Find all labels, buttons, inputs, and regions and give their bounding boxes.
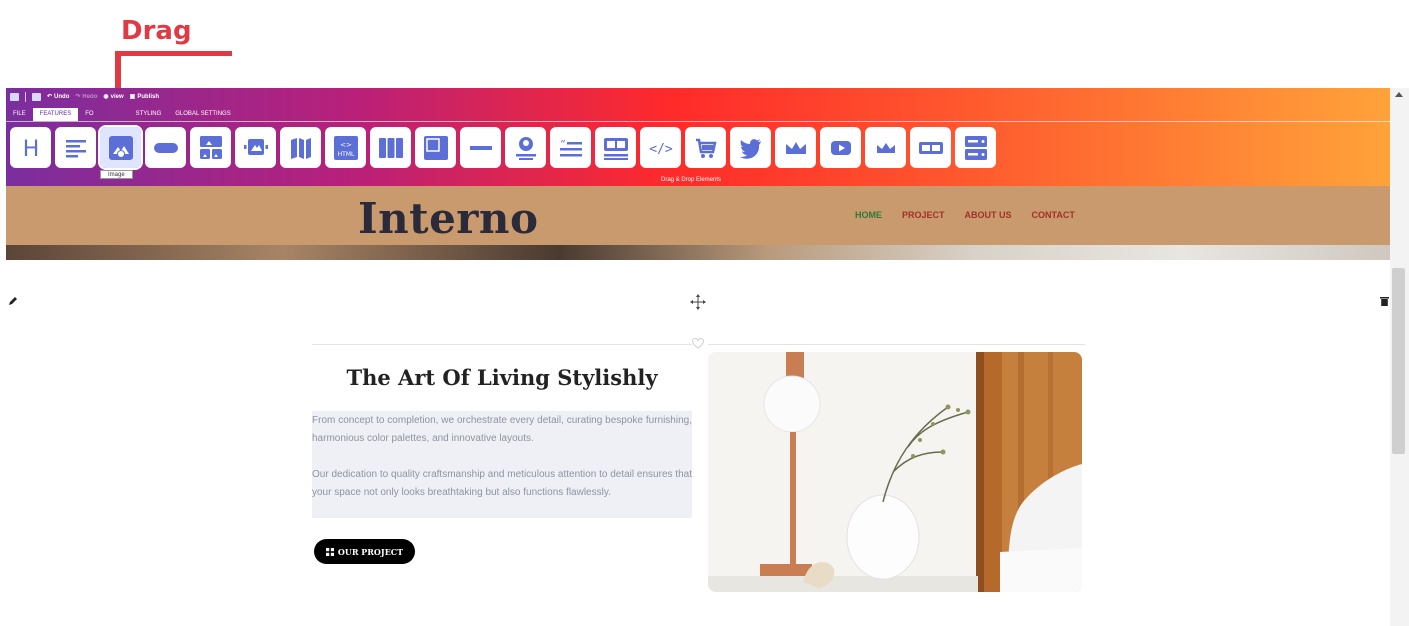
- editor-toolbar: ↶ Undo ↷ Redo ◉ view ▣ Publish FILE FEATURES…: [6, 88, 1390, 186]
- button-icon: [153, 142, 178, 153]
- drag-drop-caption: Drag & Drop Elements: [661, 177, 722, 183]
- redo-icon: ↷: [75, 94, 81, 100]
- quote-tool[interactable]: “: [550, 127, 591, 168]
- section-divider-left: [312, 344, 692, 345]
- our-project-button[interactable]: OUR PROJECT: [314, 539, 415, 564]
- columns-icon: [378, 137, 403, 158]
- image-tool[interactable]: [98, 125, 143, 170]
- twitter-tool[interactable]: [730, 127, 771, 168]
- box-icon: [423, 135, 448, 160]
- code-tool[interactable]: </>: [640, 127, 681, 168]
- testimonial-tool[interactable]: [505, 127, 546, 168]
- nav-project[interactable]: PROJECT: [902, 210, 945, 220]
- cart-icon: [695, 138, 717, 158]
- cart-tool[interactable]: [685, 127, 726, 168]
- element-palette: H <> HTML “ </>: [10, 125, 996, 170]
- crown-tool-2[interactable]: [865, 127, 906, 168]
- tab-features[interactable]: FEATURES: [32, 108, 79, 121]
- redo-button[interactable]: ↷ Redo: [75, 93, 97, 101]
- html-tool[interactable]: <> HTML: [325, 127, 366, 168]
- undo-button[interactable]: ↶ Undo: [47, 93, 69, 101]
- columns-tool[interactable]: [370, 127, 411, 168]
- move-handle-icon[interactable]: [690, 294, 706, 310]
- undo-icon: ↶: [47, 94, 53, 100]
- publish-icon: ▣: [129, 94, 136, 100]
- svg-text:HTML: HTML: [337, 151, 354, 158]
- site-logo[interactable]: Interno: [358, 194, 538, 243]
- tab-global-settings[interactable]: GLOBAL SETTINGS: [168, 108, 237, 121]
- drag-annotation-line: [117, 51, 232, 56]
- publish-button[interactable]: ▣ Publish: [129, 93, 159, 101]
- cards-tool[interactable]: [595, 127, 636, 168]
- youtube-tool[interactable]: [820, 127, 861, 168]
- form-icon: [964, 135, 987, 160]
- interior-photo-illustration: [708, 352, 1082, 592]
- nav-contact[interactable]: CONTACT: [1032, 210, 1075, 220]
- youtube-icon: [830, 140, 851, 155]
- trash-icon[interactable]: [1380, 296, 1389, 306]
- cards-icon: [603, 137, 628, 160]
- tab-fo[interactable]: FO: [78, 108, 100, 121]
- quote-icon: “: [559, 138, 582, 156]
- tab-divider: [6, 121, 1390, 122]
- hero-image-strip: [6, 245, 1390, 260]
- nav-about-us[interactable]: ABOUT US: [965, 210, 1012, 220]
- map-icon: [290, 137, 311, 159]
- testimonial-icon: [515, 136, 536, 160]
- tab-styling[interactable]: STYLING: [129, 108, 169, 121]
- heart-icon: [692, 338, 704, 349]
- drag-annotation-label: Drag: [121, 16, 192, 46]
- gallery-icon: [199, 135, 222, 159]
- paragraph-1: From concept to completion, we orchestra…: [312, 415, 692, 444]
- crown-icon: [876, 142, 895, 153]
- code-icon: </>: [649, 142, 673, 157]
- separator: [25, 91, 26, 102]
- svg-text:H: H: [22, 137, 39, 161]
- interior-photo[interactable]: [708, 352, 1082, 592]
- preview-button[interactable]: ◉ view: [103, 93, 123, 101]
- html-icon: <> HTML: [333, 135, 358, 160]
- crown-icon: [785, 141, 806, 154]
- eye-icon: ◉: [103, 94, 109, 100]
- grid-icon: [325, 547, 334, 556]
- gallery-tool[interactable]: [190, 127, 231, 168]
- main-nav: HOME PROJECT ABOUT US CONTACT: [855, 210, 1075, 220]
- our-project-label: OUR PROJECT: [337, 546, 404, 557]
- divider-tool[interactable]: [460, 127, 501, 168]
- paragraph-2: Our dedication to quality craftsmanship …: [312, 469, 692, 498]
- tab-file[interactable]: FILE: [6, 108, 33, 121]
- heading-tool[interactable]: H: [10, 127, 51, 168]
- site-header: Interno HOME PROJECT ABOUT US CONTACT: [6, 186, 1390, 245]
- scroll-up-icon[interactable]: [1395, 92, 1403, 97]
- save-icon[interactable]: [32, 92, 41, 101]
- divider-icon: [469, 145, 492, 150]
- edit-pencil-icon[interactable]: [8, 296, 18, 306]
- svg-text:<>: <>: [340, 141, 352, 149]
- nav-home[interactable]: HOME: [855, 210, 882, 220]
- box-tool[interactable]: [415, 127, 456, 168]
- section-heading: The Art Of Living Stylishly: [346, 365, 658, 390]
- text-align-icon: [65, 139, 86, 157]
- slider-tool[interactable]: [235, 127, 276, 168]
- quick-actions-bar: ↶ Undo ↷ Redo ◉ view ▣ Publish: [6, 88, 159, 105]
- form-tool[interactable]: [955, 127, 996, 168]
- app-menu-icon[interactable]: [10, 92, 19, 101]
- toggle-tool[interactable]: [910, 127, 951, 168]
- slider-icon: [243, 138, 268, 155]
- heading-icon: H: [22, 137, 39, 161]
- scrollbar-thumb[interactable]: [1392, 268, 1405, 454]
- section-text-block[interactable]: From concept to completion, we orchestra…: [312, 411, 692, 518]
- map-tool[interactable]: [280, 127, 321, 168]
- crown-tool[interactable]: [775, 127, 816, 168]
- toggle-icon: [918, 141, 943, 154]
- editor-tabs: FILE FEATURES FO STYLING GLOBAL SETTINGS: [6, 108, 238, 121]
- image-tooltip: Image: [100, 170, 133, 179]
- svg-text:</>: </>: [649, 142, 673, 157]
- text-tool[interactable]: [55, 127, 96, 168]
- section-divider-right: [708, 344, 1085, 345]
- button-tool[interactable]: [145, 127, 186, 168]
- image-icon: [108, 135, 133, 160]
- twitter-icon: [739, 138, 761, 159]
